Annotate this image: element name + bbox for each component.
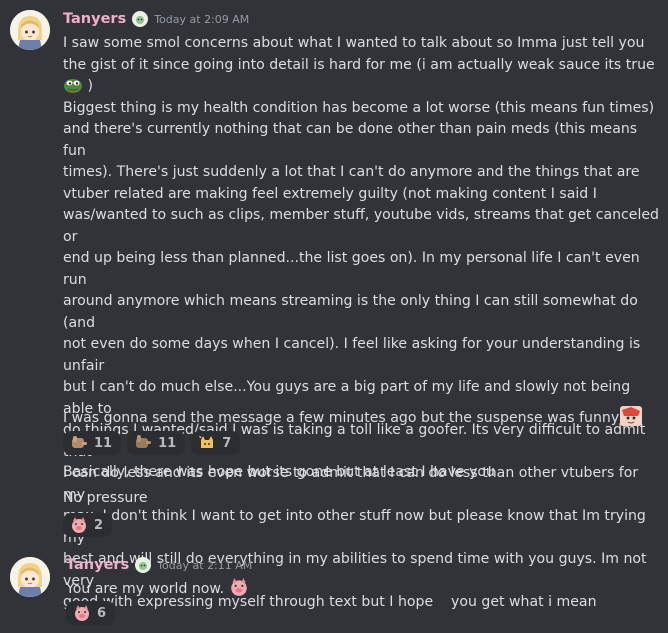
message-timestamp[interactable]: Today at 2:11 AM xyxy=(157,559,252,572)
username[interactable]: Tanyers xyxy=(63,11,126,27)
reaction-bar: 11 11 7 xyxy=(63,431,241,455)
user-avatar[interactable] xyxy=(10,10,50,50)
message-text-part-2: ) Biggest thing is my health condition h… xyxy=(63,78,659,610)
reaction-button[interactable]: 6 xyxy=(66,601,116,625)
reaction-bar: 2 xyxy=(63,513,113,537)
message-text: You are my world now. xyxy=(66,577,249,597)
reaction-bar: 6 xyxy=(66,601,116,625)
pepe-frog-emoji[interactable] xyxy=(63,76,83,94)
pig-face-emoji[interactable] xyxy=(229,577,249,597)
message-text: No pressure xyxy=(63,490,148,506)
reaction-button[interactable]: 11 xyxy=(127,431,186,455)
hand-pat-emoji xyxy=(70,434,88,452)
pig-face-emoji xyxy=(73,604,91,622)
pig-face-emoji xyxy=(70,516,88,534)
message-timestamp[interactable]: Today at 2:09 AM xyxy=(154,13,249,26)
username[interactable]: Tanyers xyxy=(66,557,129,573)
message-text: I saw some smol concerns about what I wa… xyxy=(63,33,663,614)
message-text-part: I saw some smol concerns about what I wa… xyxy=(63,35,655,73)
message-text: Basically, there was hope but its gone b… xyxy=(63,464,495,480)
sparkle-cat-emoji xyxy=(198,434,216,452)
reaction-button[interactable]: 2 xyxy=(63,513,113,537)
reaction-button[interactable]: 7 xyxy=(191,431,241,455)
message-followup: I was gonna send the message a few minut… xyxy=(63,406,643,426)
reaction-button[interactable]: 11 xyxy=(63,431,122,455)
hand-pat-emoji-2 xyxy=(134,434,152,452)
user-avatar[interactable] xyxy=(10,557,50,597)
anime-reaction-emoji[interactable] xyxy=(620,406,643,426)
role-badge-icon[interactable] xyxy=(135,557,152,573)
role-badge-icon[interactable] xyxy=(132,11,149,27)
